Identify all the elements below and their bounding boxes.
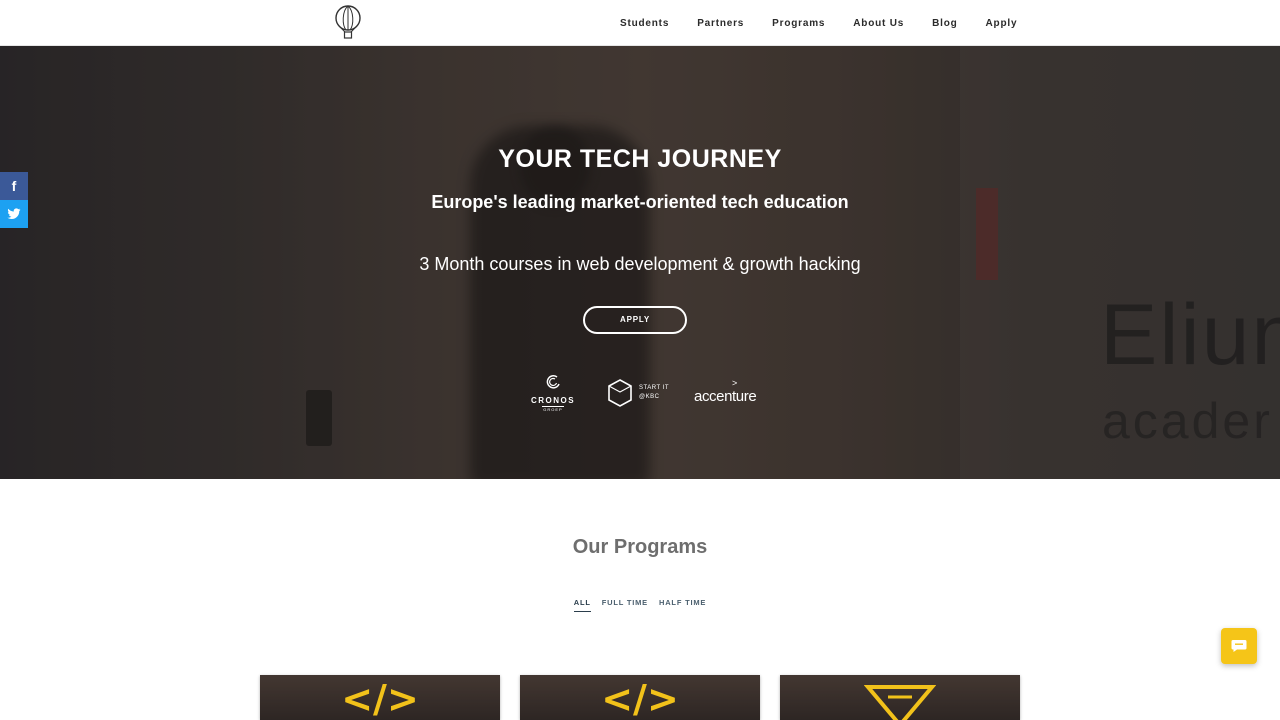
filter-full-time[interactable]: FULL TIME — [602, 598, 648, 612]
cronos-swirl-icon — [546, 375, 560, 389]
start-it-kbc-logo[interactable]: START IT @KBC — [606, 378, 676, 413]
partner-logos: CRONOS GROEP START IT @KBC > accenture — [526, 374, 766, 414]
social-share-bar: f — [0, 172, 28, 228]
accenture-mark: > — [732, 378, 738, 388]
nav-apply[interactable]: Apply — [986, 18, 1018, 29]
filter-half-time[interactable]: HALF TIME — [659, 598, 706, 612]
program-card-web-development[interactable]: </> — [260, 675, 500, 720]
main-nav: Students Partners Programs About Us Blog… — [606, 0, 1031, 46]
twitter-icon — [7, 208, 21, 220]
start-it-line2: @KBC — [639, 394, 660, 400]
chat-bubble-icon — [1231, 640, 1247, 652]
cronos-name: CRONOS — [530, 396, 576, 405]
hero-title: YOUR TECH JOURNEY — [498, 145, 782, 173]
chat-launcher-button[interactable] — [1221, 628, 1257, 664]
twitter-share-button[interactable] — [0, 200, 28, 228]
start-it-shield-icon — [608, 379, 632, 407]
hero-section: Eliun acader YOUR TECH JOURNEY Europe's … — [0, 46, 1280, 479]
hero-description: 3 Month courses in web development & gro… — [419, 254, 861, 274]
code-icon: </> — [341, 677, 419, 720]
accenture-name: accenture — [694, 388, 757, 405]
hero-subtitle: Europe's leading market-oriented tech ed… — [431, 192, 849, 212]
programs-title: Our Programs — [572, 536, 708, 558]
cronos-subname: GROEP — [542, 406, 564, 412]
code-icon: </> — [601, 677, 679, 720]
program-card-growth-hacking[interactable] — [780, 675, 1020, 720]
program-cards: </> </> — [260, 675, 1020, 720]
facebook-icon: f — [11, 178, 17, 194]
apply-button[interactable]: APPLY — [583, 306, 687, 334]
start-it-line1: START IT — [639, 385, 670, 391]
program-card-web-development-half-time[interactable]: </> — [520, 675, 760, 720]
cronos-logo[interactable]: CRONOS GROEP — [528, 374, 578, 412]
program-filters: ALL FULL TIME HALF TIME — [0, 598, 1280, 612]
facebook-share-button[interactable]: f — [0, 172, 28, 200]
filter-all[interactable]: ALL — [573, 598, 591, 612]
funnel-icon — [864, 685, 936, 720]
nav-partners[interactable]: Partners — [697, 18, 744, 29]
site-header: Students Partners Programs About Us Blog… — [0, 0, 1280, 46]
nav-about-us[interactable]: About Us — [853, 18, 904, 29]
start-it-text: START IT @KBC — [639, 384, 669, 402]
nav-blog[interactable]: Blog — [932, 18, 957, 29]
hot-air-balloon-icon[interactable] — [334, 5, 362, 41]
nav-students[interactable]: Students — [620, 18, 669, 29]
nav-programs[interactable]: Programs — [772, 18, 825, 29]
